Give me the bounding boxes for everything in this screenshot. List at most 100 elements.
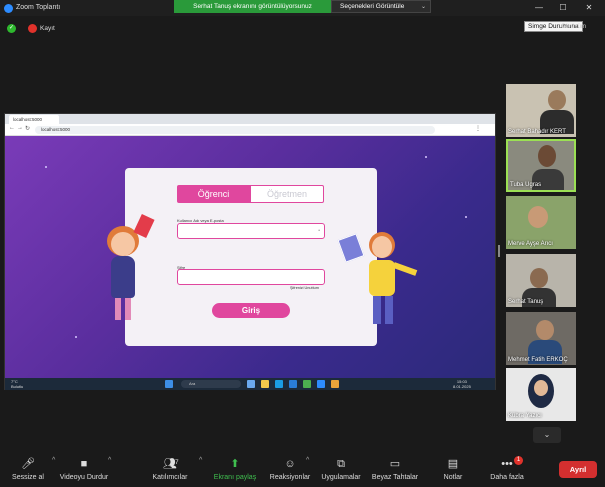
participant-tile-active[interactable]: Tuba Ugras xyxy=(506,139,576,192)
more-label: Daha fazla xyxy=(490,474,524,481)
participants-button[interactable]: 👥︎ Katılımcılar xyxy=(146,447,194,487)
microphone-icon: 🎤︎ xyxy=(21,458,35,470)
star-icon xyxy=(45,166,47,168)
apps-button[interactable]: ⧉ Uygulamalar xyxy=(316,447,366,487)
login-card: Öğrenci Öğretmen Kullanıcı Adı veya E-po… xyxy=(125,168,377,346)
star-icon xyxy=(425,156,427,158)
zoom-logo-icon xyxy=(4,4,13,13)
login-button[interactable]: Giriş xyxy=(212,303,290,318)
participant-name: Mehmet Fatih ERKOÇ xyxy=(508,357,568,363)
participant-tile[interactable]: Serhat Tanuş xyxy=(506,254,576,307)
participant-video xyxy=(530,268,548,288)
security-shield-icon[interactable]: ✓ xyxy=(7,24,16,33)
file-explorer-icon[interactable] xyxy=(261,380,269,388)
recording-icon[interactable] xyxy=(28,24,37,33)
share-screen-label: Ekranı paylaş xyxy=(213,474,257,481)
vscode-icon[interactable] xyxy=(289,380,297,388)
participant-video xyxy=(536,320,554,340)
star-icon xyxy=(465,216,467,218)
app-icon[interactable] xyxy=(303,380,311,388)
reactions-icon: ☺ xyxy=(284,458,296,470)
address-bar[interactable]: localhost:5000 xyxy=(35,126,435,134)
taskbar-clock[interactable]: 15:03 8.01.2025 xyxy=(453,379,471,389)
minimize-button[interactable]: — xyxy=(528,0,550,16)
participant-tile[interactable]: Mehmet Fatih ERKOÇ xyxy=(506,312,576,365)
more-badge: 1 xyxy=(514,456,523,465)
whiteboard-icon: ▭ xyxy=(389,458,401,470)
back-icon[interactable]: ← xyxy=(9,125,15,131)
participant-video xyxy=(538,145,556,167)
participant-name: Merve Ayşe Arıcı xyxy=(508,241,553,247)
video-camera-icon: ■ xyxy=(80,458,88,470)
forward-icon[interactable]: → xyxy=(17,125,23,131)
participant-name: Serhat Tanuş xyxy=(508,299,544,305)
weather-widget[interactable]: 7°C Bulutlu xyxy=(11,379,23,389)
browser-tab-strip: localhost:5000 xyxy=(5,114,495,124)
menu-icon[interactable]: ⋮ xyxy=(475,125,481,132)
chevron-up-icon[interactable]: ^ xyxy=(306,457,309,464)
clock-date: 8.01.2025 xyxy=(453,384,471,389)
meeting-toolbar: 🎤︎ Sessize al ^ ■ Videoyu Durdur ^ 👥︎ Ka… xyxy=(0,447,605,487)
share-screen-icon: ⬆ xyxy=(230,458,240,470)
zoom-app-icon[interactable] xyxy=(317,380,325,388)
view-options-label: Seçenekleri Görüntüle xyxy=(340,3,405,10)
chevron-up-icon[interactable]: ^ xyxy=(52,457,55,464)
participant-name: Kübra Yazıcı xyxy=(508,413,542,419)
window-title: Zoom Toplantı xyxy=(16,4,61,11)
reload-icon[interactable]: ↻ xyxy=(25,125,30,132)
tab-teacher[interactable]: Öğretmen xyxy=(250,185,324,203)
participant-tile[interactable]: Kübra Yazıcı xyxy=(506,368,576,421)
edge-icon[interactable] xyxy=(275,380,283,388)
windows-taskbar: 7°C Bulutlu Ara 15:03 8.01.2025 xyxy=(5,378,495,390)
leave-button[interactable]: Ayrıl xyxy=(559,461,597,478)
browser-tab[interactable]: localhost:5000 xyxy=(9,115,59,124)
resize-handle[interactable] xyxy=(498,245,500,257)
boy-illustration xyxy=(337,232,421,362)
maximize-button[interactable]: ☐ xyxy=(552,0,574,16)
mute-label: Sessize al xyxy=(12,474,44,481)
forgot-password-link[interactable]: Şifrenizi Unuttum xyxy=(290,286,319,290)
participant-tile[interactable]: Merve Ayşe Arıcı xyxy=(506,196,576,249)
view-options-button[interactable]: Seçenekleri Görüntüle ⌄ xyxy=(331,0,431,13)
field-icon: • xyxy=(318,228,320,234)
more-icon: ••• xyxy=(501,458,513,470)
scroll-down-button[interactable]: ⌄ xyxy=(533,427,561,443)
participants-count: 7 xyxy=(175,459,179,466)
participant-video xyxy=(528,206,548,228)
browser-toolbar: ← → ↻ localhost:5000 ⋮ xyxy=(5,124,495,136)
tab-student[interactable]: Öğrenci xyxy=(177,185,250,203)
participant-name: Tuba Ugras xyxy=(510,182,542,188)
widgets-icon[interactable] xyxy=(247,380,255,388)
start-icon[interactable] xyxy=(165,380,173,388)
whiteboards-button[interactable]: ▭ Beyaz Tahtalar xyxy=(368,447,422,487)
chevron-up-icon[interactable]: ^ xyxy=(199,457,202,464)
participant-name: Serhat Bahadır KERT xyxy=(508,129,566,135)
mute-button[interactable]: 🎤︎ Sessize al xyxy=(8,447,48,487)
password-input[interactable] xyxy=(177,269,325,285)
taskbar-search[interactable]: Ara xyxy=(181,380,241,388)
login-page: Öğrenci Öğretmen Kullanıcı Adı veya E-po… xyxy=(5,136,495,378)
weather-desc: Bulutlu xyxy=(11,384,24,389)
close-button[interactable]: ✕ xyxy=(578,0,600,16)
recording-label: Kayıt xyxy=(40,25,55,32)
girl-illustration xyxy=(101,213,155,356)
username-input[interactable]: • xyxy=(177,223,325,239)
share-banner: Serhat Tanuş ekranını görüntülüyorsunuz xyxy=(174,0,331,13)
notes-icon: ▤ xyxy=(447,458,459,470)
more-button[interactable]: ••• Daha fazla xyxy=(486,447,528,487)
apps-icon: ⧉ xyxy=(337,458,345,470)
shared-screen: localhost:5000 ← → ↻ localhost:5000 ⋮ Öğ… xyxy=(4,113,496,390)
participant-tile[interactable]: Serhat Bahadır KERT xyxy=(506,84,576,137)
notes-button[interactable]: ▤ Notlar xyxy=(436,447,470,487)
notes-label: Notlar xyxy=(443,474,463,481)
participant-video xyxy=(548,90,566,110)
participants-label: Katılımcılar xyxy=(152,474,188,481)
chrome-icon[interactable] xyxy=(331,380,339,388)
whiteboards-label: Beyaz Tahtalar xyxy=(371,474,419,481)
view-menu-button[interactable]: Görünüm xyxy=(561,24,586,30)
apps-label: Uygulamalar xyxy=(321,474,361,481)
share-screen-button[interactable]: ⬆ Ekranı paylaş xyxy=(210,447,260,487)
chevron-down-icon: ⌄ xyxy=(420,4,426,10)
chevron-up-icon[interactable]: ^ xyxy=(108,457,111,464)
stop-video-label: Videoyu Durdur xyxy=(59,474,109,481)
